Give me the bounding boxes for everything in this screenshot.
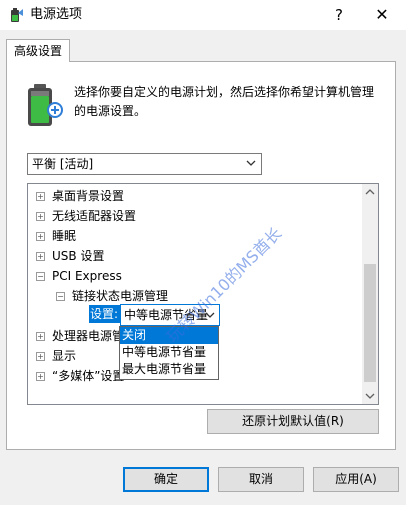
scroll-up-icon[interactable]: [362, 184, 378, 200]
tree-item-label: 链接状态电源管理: [72, 289, 169, 303]
power-plan-value: 平衡 [活动]: [32, 157, 94, 171]
tab-advanced-settings[interactable]: 高级设置: [6, 39, 70, 62]
expand-icon[interactable]: +: [36, 192, 45, 201]
tree-item-label: 处理器电源管: [52, 329, 125, 343]
title-bar: 电源选项 ? ✕: [0, 0, 406, 30]
battery-icon: [28, 84, 63, 126]
expand-icon[interactable]: +: [36, 332, 45, 341]
ok-button[interactable]: 确定: [123, 467, 209, 492]
tree-item-label: USB 设置: [52, 249, 105, 263]
tree-item-label: 显示: [52, 349, 77, 363]
collapse-icon[interactable]: −: [56, 292, 65, 301]
expand-icon[interactable]: +: [36, 352, 45, 361]
apply-button[interactable]: 应用(A): [313, 467, 399, 492]
tree-item-label: PCI Express: [52, 269, 122, 283]
chevron-down-icon: [246, 160, 256, 166]
expand-icon[interactable]: +: [36, 372, 45, 381]
scroll-thumb[interactable]: [364, 264, 376, 382]
collapse-icon[interactable]: −: [36, 272, 45, 281]
expand-icon[interactable]: +: [36, 232, 45, 241]
expand-icon[interactable]: +: [36, 212, 45, 221]
power-options-icon: [11, 8, 23, 22]
tree-item-label: 睡眠: [52, 229, 77, 243]
tree-scrollbar[interactable]: [362, 184, 378, 404]
dropdown-option-moderate[interactable]: 中等电源节省量: [120, 344, 218, 361]
help-button[interactable]: ?: [322, 3, 356, 27]
tree-item-label: “多媒体”设置: [52, 369, 125, 383]
tree-item-label: 桌面背景设置: [52, 189, 125, 203]
cancel-button[interactable]: 取消: [218, 467, 304, 492]
power-plan-select[interactable]: 平衡 [活动]: [27, 153, 262, 175]
restore-defaults-button[interactable]: 还原计划默认值(R): [207, 409, 379, 434]
scroll-down-icon[interactable]: [362, 388, 378, 404]
description-text: 选择你要自定义的电源计划，然后选择你希望计算机管理的电源设置。: [74, 85, 375, 118]
close-button[interactable]: ✕: [362, 3, 402, 27]
expand-icon[interactable]: +: [36, 252, 45, 261]
tree-item-label: 无线适配器设置: [52, 209, 137, 223]
window-title: 电源选项: [30, 7, 83, 22]
setting-label: 设置:: [90, 307, 119, 321]
dropdown-option-maximum[interactable]: 最大电源节省量: [120, 361, 218, 378]
